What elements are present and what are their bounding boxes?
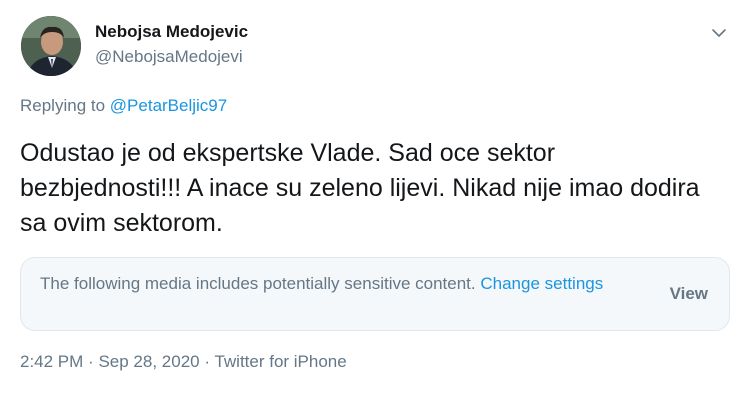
replying-to-label: Replying to — [20, 96, 106, 115]
avatar[interactable] — [21, 16, 81, 76]
reply-mention-link[interactable]: @PetarBeljic97 — [110, 96, 227, 115]
meta-separator: · — [204, 352, 211, 371]
tweet-text: Odustao je od ekspertske Vlade. Sad oce … — [20, 139, 700, 237]
tweet-metadata: 2:42 PM · Sep 28, 2020 · Twitter for iPh… — [20, 352, 347, 372]
meta-separator: · — [88, 352, 94, 371]
tweet-card: Nebojsa Medojevic @NebojsaMedojevi Reply… — [0, 0, 748, 403]
user-handle[interactable]: @NebojsaMedojevi — [95, 47, 243, 67]
more-options-button[interactable] — [706, 20, 732, 46]
change-settings-link[interactable]: Change settings — [480, 274, 603, 293]
display-name[interactable]: Nebojsa Medojevic — [95, 22, 248, 42]
warning-message: The following media includes potentially… — [40, 272, 620, 296]
profile-photo — [21, 16, 81, 76]
view-button[interactable]: View — [670, 284, 708, 304]
tweet-time[interactable]: 2:42 PM — [20, 352, 83, 371]
tweet-date[interactable]: Sep 28, 2020 — [98, 352, 199, 371]
tweet-source[interactable]: Twitter for iPhone — [214, 352, 346, 371]
chevron-down-icon — [712, 29, 726, 37]
warning-text: The following media includes potentially… — [40, 274, 476, 293]
sensitive-media-warning: The following media includes potentially… — [20, 257, 730, 331]
replying-to: Replying to @PetarBeljic97 — [20, 96, 227, 116]
